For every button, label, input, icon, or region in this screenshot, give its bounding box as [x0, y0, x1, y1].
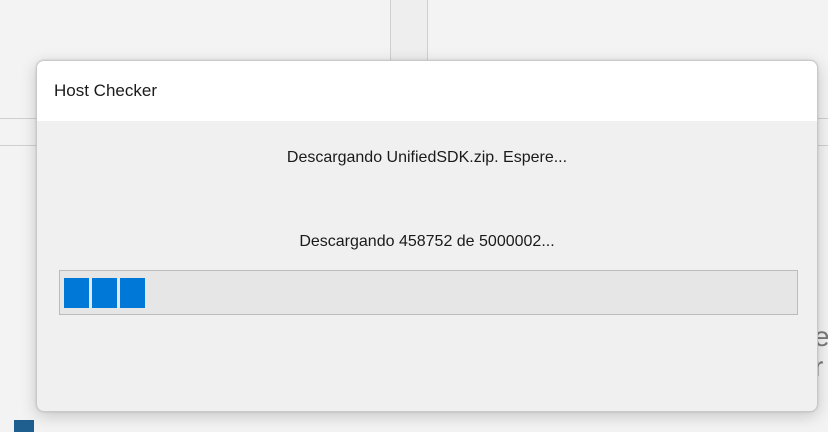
dialog-titlebar[interactable]: Host Checker [37, 61, 817, 121]
download-status: Descargando 458752 de 5000002... [299, 233, 555, 250]
download-progress-bar [59, 270, 798, 315]
background-icon [14, 420, 34, 432]
host-checker-dialog: Host Checker Descargando UnifiedSDK.zip.… [36, 60, 818, 412]
progress-chunk [120, 278, 145, 308]
download-message: Descargando UnifiedSDK.zip. Espere... [286, 149, 568, 166]
progress-chunk [92, 278, 117, 308]
dialog-content: Descargando UnifiedSDK.zip. Espere... De… [37, 121, 817, 411]
dialog-title: Host Checker [54, 81, 157, 100]
progress-chunk [64, 278, 89, 308]
